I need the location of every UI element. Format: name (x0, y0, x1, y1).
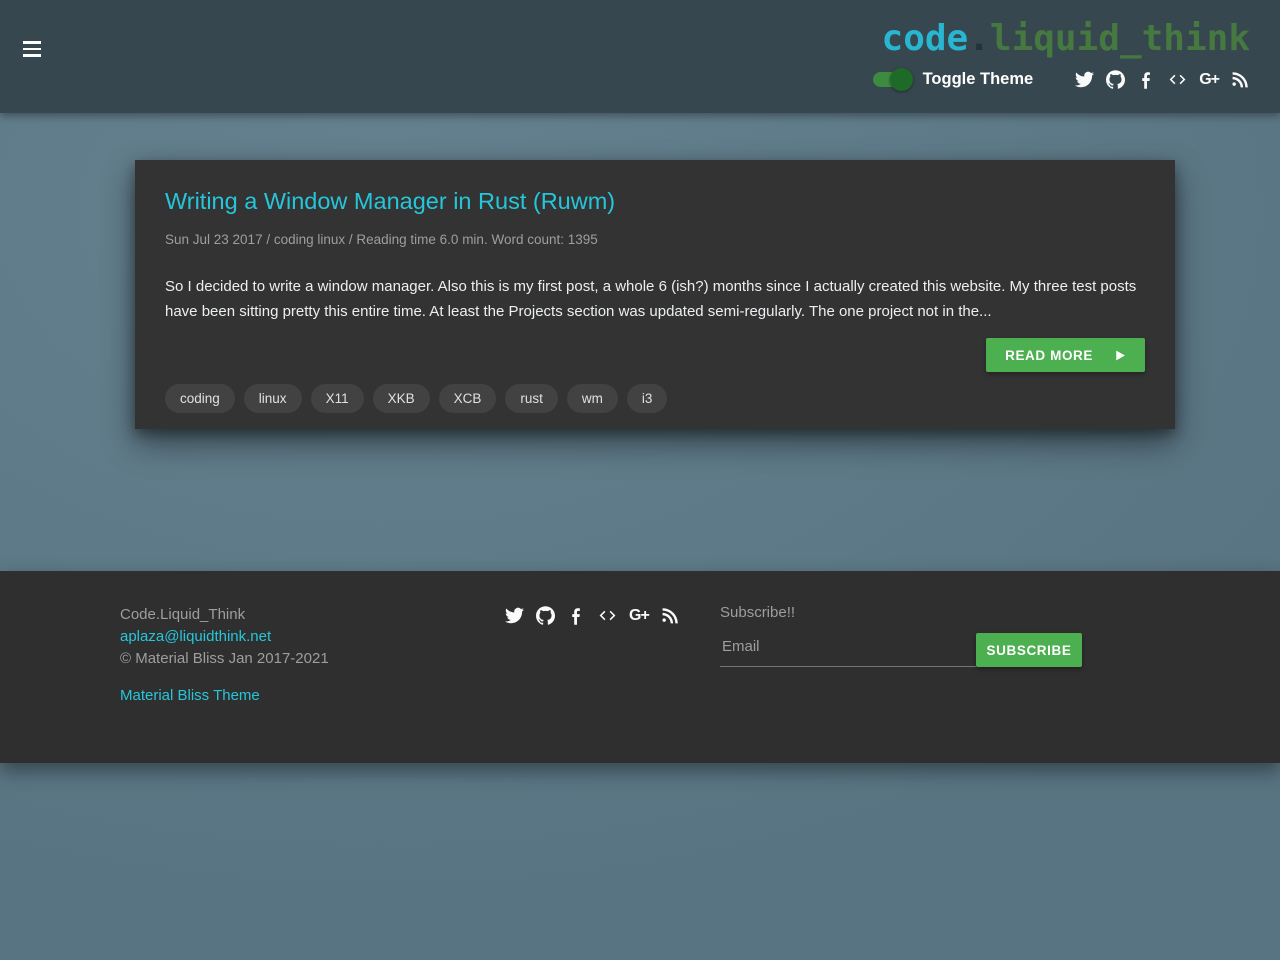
tag-wm[interactable]: wm (567, 384, 618, 413)
header-toolbar: Toggle Theme G+ (873, 66, 1250, 92)
tag-i3[interactable]: i3 (627, 384, 668, 413)
read-more-button[interactable]: READ MORE (986, 338, 1145, 372)
subscribe-button[interactable]: SUBSCRIBE (976, 633, 1082, 667)
post-actions: READ MORE (165, 338, 1145, 372)
google-plus-icon[interactable]: G+ (629, 606, 649, 625)
tag-xkb[interactable]: XKB (373, 384, 430, 413)
footer-social-links: G+ (505, 606, 680, 625)
rss-icon[interactable] (1231, 70, 1250, 89)
main-content: Writing a Window Manager in Rust (Ruwm) … (0, 113, 1280, 524)
tag-rust[interactable]: rust (505, 384, 558, 413)
subscribe-form: SUBSCRIBE (720, 630, 1082, 667)
tag-linux[interactable]: linux (244, 384, 302, 413)
google-plus-icon[interactable]: G+ (1199, 70, 1219, 89)
footer-copyright: © Material Bliss Jan 2017-2021 (120, 648, 329, 670)
post-title[interactable]: Writing a Window Manager in Rust (Ruwm) (165, 188, 1145, 215)
github-icon[interactable] (536, 606, 555, 625)
github-icon[interactable] (1106, 70, 1125, 89)
logo-part-liquidthink: liquid_think (990, 18, 1250, 59)
tag-xcb[interactable]: XCB (439, 384, 497, 413)
facebook-icon[interactable] (1137, 70, 1156, 89)
twitter-icon[interactable] (505, 606, 524, 625)
menu-button[interactable] (23, 41, 41, 57)
footer-theme-link[interactable]: Material Bliss Theme (120, 685, 329, 707)
header: code.liquid_think Toggle Theme G+ (0, 0, 1280, 113)
footer-site-name: Code.Liquid_Think (120, 604, 329, 626)
header-right: code.liquid_think Toggle Theme G+ (873, 21, 1250, 92)
footer-info: Code.Liquid_Think aplaza@liquidthink.net… (120, 604, 329, 707)
code-icon[interactable] (598, 606, 617, 625)
twitter-icon[interactable] (1075, 70, 1094, 89)
post-excerpt: So I decided to write a window manager. … (165, 275, 1145, 324)
tag-coding[interactable]: coding (165, 384, 235, 413)
post-meta: Sun Jul 23 2017 / coding linux / Reading… (165, 232, 1145, 247)
theme-toggle[interactable] (873, 72, 909, 87)
footer: Code.Liquid_Think aplaza@liquidthink.net… (0, 571, 1280, 763)
logo-part-code: code (882, 18, 969, 59)
logo-dot: . (968, 18, 990, 59)
theme-toggle-knob (890, 68, 913, 91)
play-arrow-icon (1113, 349, 1126, 362)
footer-email-link[interactable]: aplaza@liquidthink.net (120, 626, 329, 648)
site-logo[interactable]: code.liquid_think (873, 21, 1250, 57)
email-input[interactable] (720, 630, 976, 667)
subscribe-section: Subscribe!! SUBSCRIBE (720, 604, 1082, 667)
menu-icon (23, 41, 41, 44)
rss-icon[interactable] (661, 606, 680, 625)
header-social-links: G+ (1075, 70, 1250, 89)
code-icon[interactable] (1168, 70, 1187, 89)
theme-toggle-label: Toggle Theme (923, 70, 1034, 89)
read-more-label: READ MORE (1005, 348, 1093, 363)
subscribe-heading: Subscribe!! (720, 604, 1082, 621)
facebook-icon[interactable] (567, 606, 586, 625)
post-card: Writing a Window Manager in Rust (Ruwm) … (135, 160, 1175, 429)
tag-x11[interactable]: X11 (311, 384, 364, 413)
post-tags: coding linux X11 XKB XCB rust wm i3 (165, 384, 1145, 413)
